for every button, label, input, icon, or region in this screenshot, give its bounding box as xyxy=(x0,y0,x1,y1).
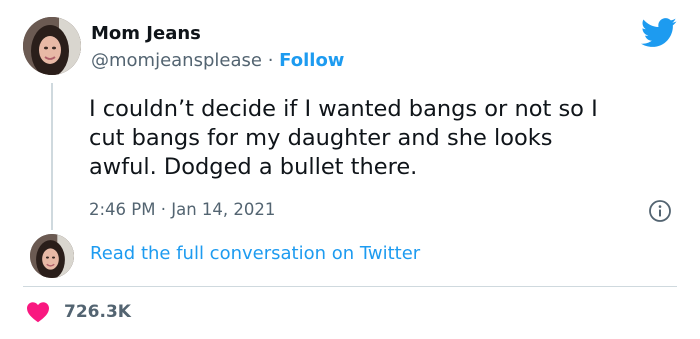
tweet-timestamp[interactable]: 2:46 PM · Jan 14, 2021 xyxy=(89,200,275,219)
author-avatar[interactable] xyxy=(23,17,81,75)
author-handle-row: @momjeansplease · Follow xyxy=(91,50,344,71)
like-button[interactable]: 726.3K xyxy=(26,300,131,324)
handle-separator: · xyxy=(267,50,274,71)
author-avatar-image xyxy=(23,17,81,75)
heart-icon xyxy=(27,302,49,323)
author-handle[interactable]: @momjeansplease xyxy=(91,50,262,71)
read-full-conversation-link[interactable]: Read the full conversation on Twitter xyxy=(90,243,420,264)
info-icon[interactable] xyxy=(648,199,672,223)
viewer-avatar[interactable] xyxy=(30,234,74,278)
twitter-bird-icon[interactable] xyxy=(641,18,677,48)
thread-connector-line xyxy=(51,83,53,230)
viewer-avatar-image xyxy=(30,234,74,278)
embedded-tweet-card: Mom Jeans @momjeansplease · Follow I cou… xyxy=(0,0,700,339)
divider xyxy=(23,286,677,287)
author-name[interactable]: Mom Jeans xyxy=(91,23,201,44)
follow-button[interactable]: Follow xyxy=(279,50,344,71)
tweet-text: I couldn’t decide if I wanted bangs or n… xyxy=(89,96,598,180)
like-count: 726.3K xyxy=(64,302,131,322)
